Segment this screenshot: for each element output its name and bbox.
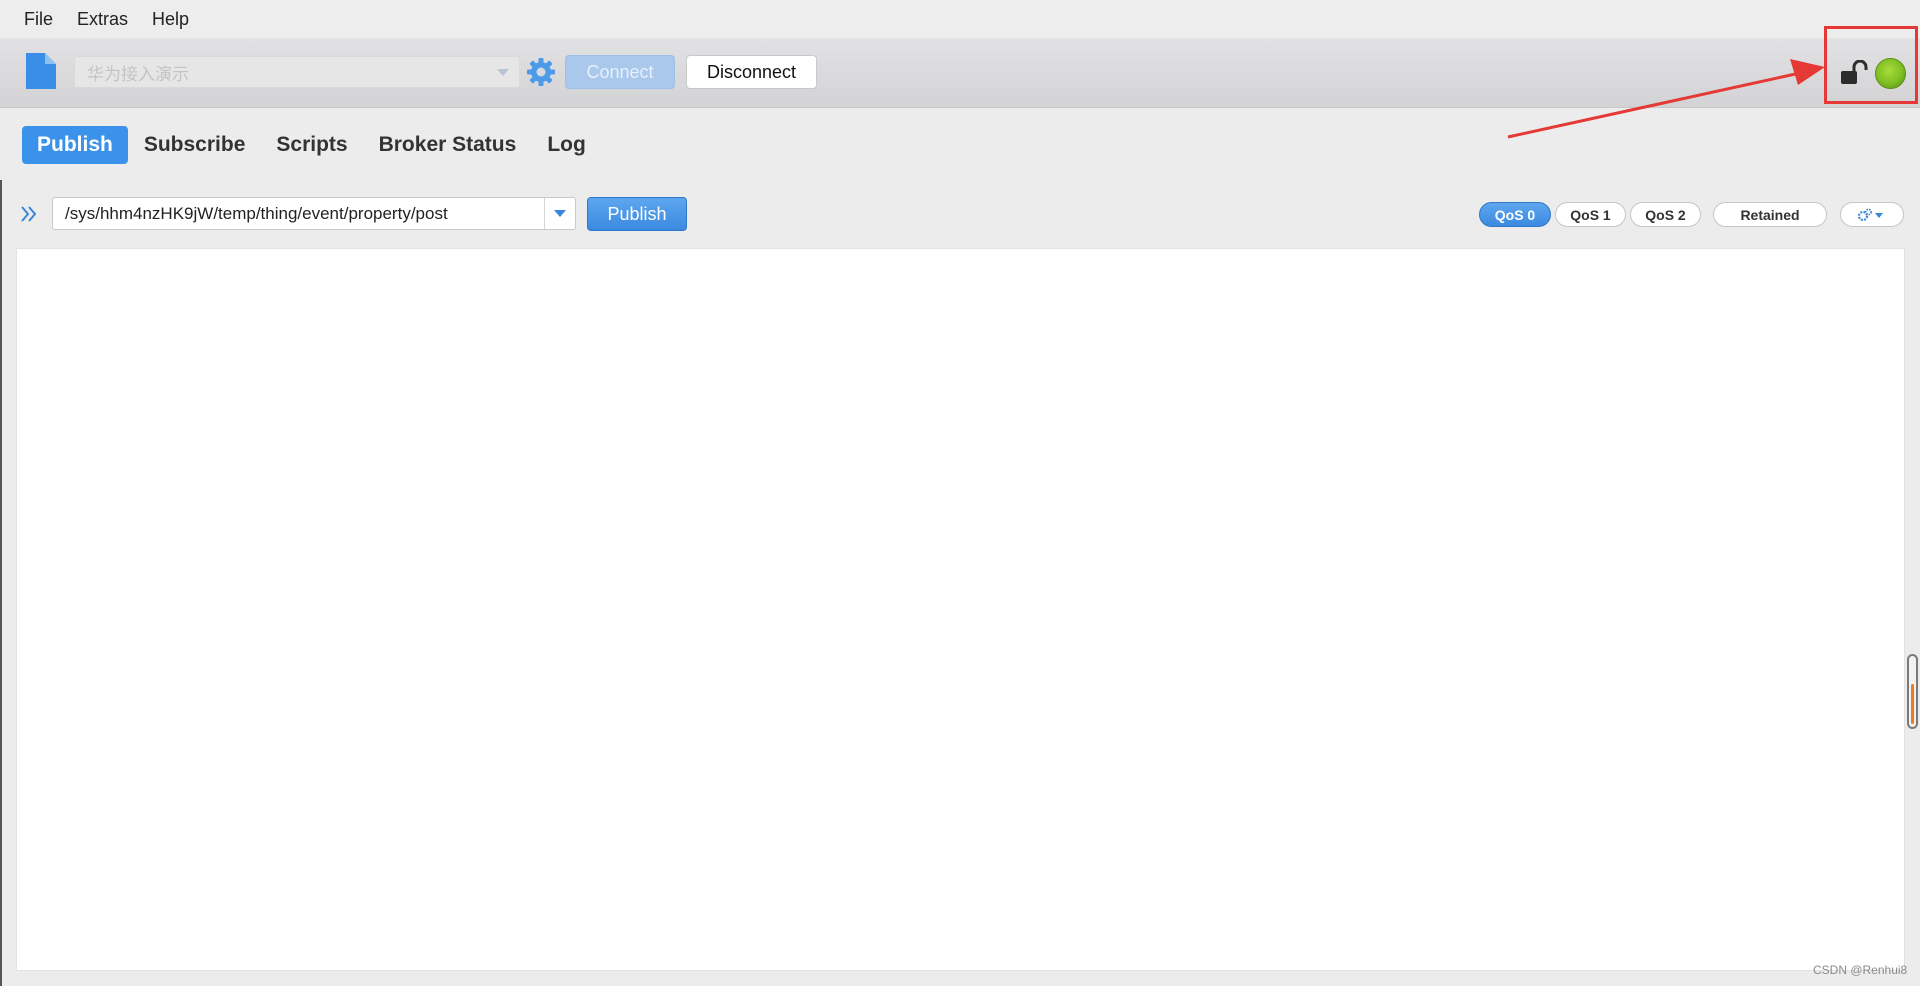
menu-help[interactable]: Help xyxy=(140,9,201,30)
tab-broker-status[interactable]: Broker Status xyxy=(364,126,532,164)
menu-file[interactable]: File xyxy=(12,9,65,30)
topic-input[interactable] xyxy=(53,198,545,229)
payload-editor[interactable] xyxy=(16,248,1905,971)
tab-publish[interactable]: Publish xyxy=(22,126,128,164)
disconnect-button[interactable]: Disconnect xyxy=(686,55,817,89)
annotation-highlight-box xyxy=(1824,26,1918,104)
chevron-down-icon xyxy=(554,210,566,217)
gear-icon[interactable] xyxy=(526,57,556,87)
publish-options-button[interactable] xyxy=(1840,202,1904,227)
topic-dropdown-button[interactable] xyxy=(544,198,575,229)
watermark: CSDN @Renhui8 xyxy=(1813,963,1908,977)
publish-button[interactable]: Publish xyxy=(587,197,687,231)
profile-value: 华为接入演示 xyxy=(87,64,189,85)
annotation-arrow-icon xyxy=(1507,59,1825,139)
double-chevron-right-icon[interactable] xyxy=(20,203,38,225)
connect-button[interactable]: Connect xyxy=(565,55,675,89)
qos-1-button[interactable]: QoS 1 xyxy=(1555,202,1626,227)
qos-2-button[interactable]: QoS 2 xyxy=(1630,202,1701,227)
settings-dropdown-icon xyxy=(1857,208,1883,221)
retained-toggle[interactable]: Retained xyxy=(1713,202,1827,227)
menu-bar: File Extras Help xyxy=(0,0,1920,38)
menu-extras[interactable]: Extras xyxy=(65,9,140,30)
chevron-down-icon xyxy=(497,69,509,76)
tab-subscribe[interactable]: Subscribe xyxy=(129,126,261,164)
window-edge xyxy=(0,180,2,986)
tab-log[interactable]: Log xyxy=(532,126,600,164)
scroll-indicator-fill xyxy=(1911,684,1914,724)
connection-profile-select[interactable]: 华为接入演示 xyxy=(74,56,520,88)
tab-scripts[interactable]: Scripts xyxy=(261,126,362,164)
topic-combobox xyxy=(52,197,576,230)
main-tabs: Publish Subscribe Scripts Broker Status … xyxy=(22,126,602,164)
qos-0-button[interactable]: QoS 0 xyxy=(1479,202,1551,227)
scroll-indicator[interactable] xyxy=(1907,654,1918,729)
new-document-icon[interactable] xyxy=(26,53,56,89)
